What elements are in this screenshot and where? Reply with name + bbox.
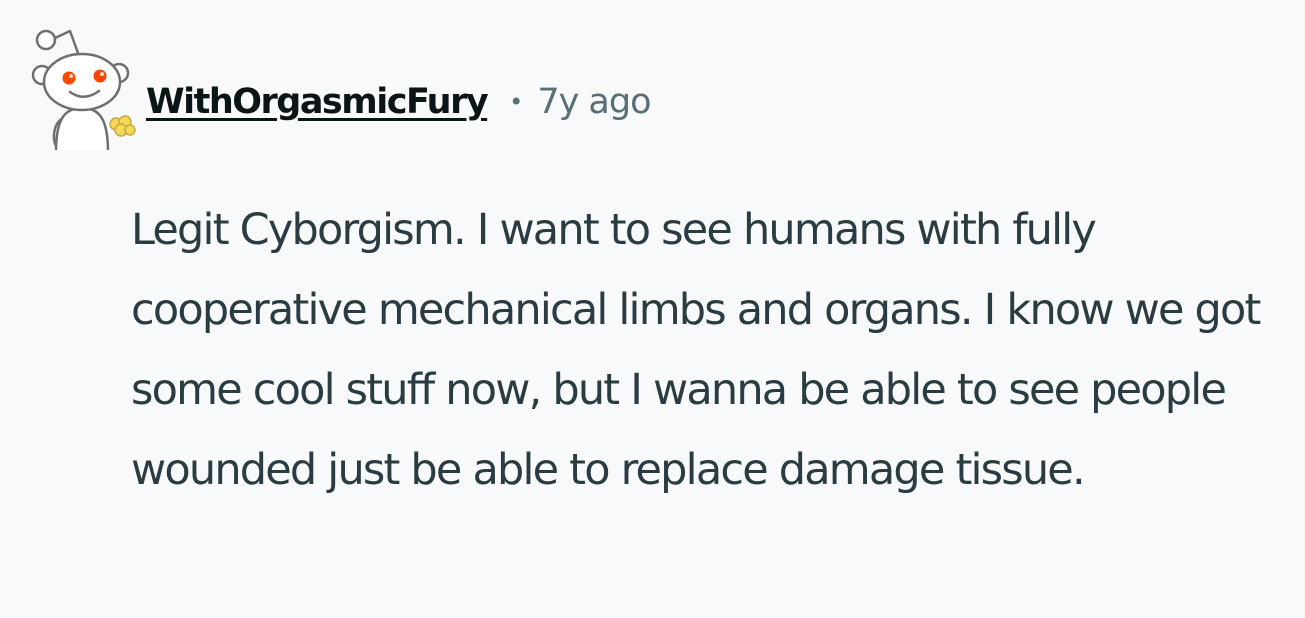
comment: WithOrgasmicFury • 7y ago Legit Cyborgis… <box>0 0 1305 618</box>
comment-meta: WithOrgasmicFury • 7y ago <box>146 76 652 128</box>
author-username[interactable]: WithOrgasmicFury <box>146 82 489 122</box>
snoo-avatar-icon[interactable] <box>26 20 144 150</box>
comment-body: Legit Cyborgism. I want to see humans wi… <box>131 205 1261 495</box>
comment-timestamp[interactable]: 7y ago <box>537 82 651 122</box>
meta-separator: • <box>509 88 524 116</box>
